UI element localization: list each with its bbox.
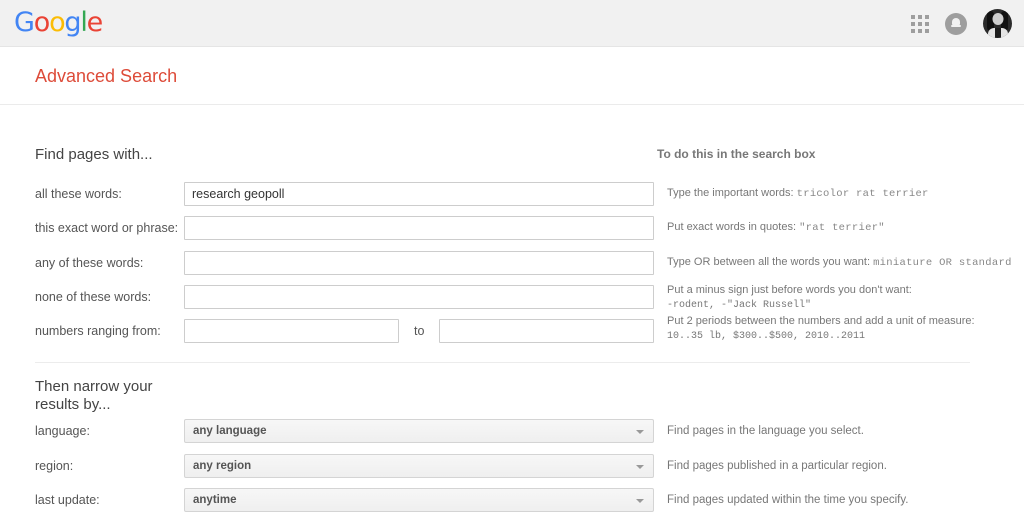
apps-dot	[918, 14, 922, 19]
dropdown-region[interactable]: any region	[184, 454, 654, 478]
apps-dot	[925, 21, 929, 26]
find-pages-heading: Find pages with...	[35, 146, 153, 163]
logo-letter-e: e	[86, 7, 104, 38]
input-all-these-words[interactable]	[184, 182, 654, 206]
hint-numbers-range: Put 2 periods between the numbers and ad…	[667, 314, 1019, 344]
hint-none-of-these-words: Put a minus sign just before words you d…	[667, 283, 1019, 313]
hint-text: Type OR between all the words you want:	[667, 256, 870, 268]
header-actions	[911, 0, 1012, 47]
section-divider	[35, 362, 970, 363]
form-row-region: region: any region Find pages published …	[0, 454, 1024, 478]
form-row-last-update: last update: anytime Find pages updated …	[0, 488, 1024, 512]
hint-any-of-these-words: Type OR between all the words you want: …	[667, 256, 1019, 270]
label-region: region:	[35, 459, 74, 473]
input-none-of-these-words[interactable]	[184, 285, 654, 309]
hint-text: Put a minus sign just before words you d…	[667, 284, 912, 296]
label-all-these-words: all these words:	[35, 187, 122, 201]
hint-text: Put exact words in quotes:	[667, 221, 797, 233]
apps-dot	[925, 14, 929, 19]
apps-dot	[911, 21, 915, 26]
dropdown-region-value: any region	[193, 460, 252, 472]
hint-example: tricolor rat terrier	[796, 188, 929, 200]
hint-language: Find pages in the language you select.	[667, 425, 864, 437]
label-any-of-these-words: any of these words:	[35, 256, 144, 270]
form-row-any-of-these-words: any of these words: Type OR between all …	[0, 251, 1024, 275]
dropdown-last-update-value: anytime	[193, 494, 237, 506]
input-numbers-range-to[interactable]	[439, 319, 654, 343]
input-numbers-range-from[interactable]	[184, 319, 399, 343]
label-exact-phrase: this exact word or phrase:	[35, 221, 179, 235]
google-header-bar: Google	[0, 0, 1024, 47]
apps-dot	[918, 28, 922, 33]
hint-example: miniature OR standard	[873, 257, 1012, 269]
label-language: language:	[35, 424, 90, 438]
form-row-language: language: any language Find pages in the…	[0, 419, 1024, 443]
apps-dot	[911, 14, 915, 19]
avatar-body	[987, 28, 1008, 38]
logo-letter-o1: o	[33, 7, 51, 38]
hint-all-these-words: Type the important words: tricolor rat t…	[667, 187, 1019, 201]
form-row-all-these-words: all these words: Type the important word…	[0, 182, 1024, 206]
apps-dot	[918, 21, 922, 26]
form-row-none-of-these-words: none of these words: Put a minus sign ju…	[0, 284, 1024, 311]
page-title: Advanced Search	[35, 66, 178, 86]
avatar-face	[992, 13, 1003, 25]
logo-letter-o2: o	[49, 7, 66, 38]
label-numbers-range: numbers ranging from:	[35, 324, 161, 338]
input-any-of-these-words[interactable]	[184, 251, 654, 275]
form-row-numbers-range: numbers ranging from: to Put 2 periods b…	[0, 315, 1024, 343]
hint-exact-phrase: Put exact words in quotes: "rat terrier"	[667, 221, 1019, 235]
label-none-of-these-words: none of these words:	[35, 290, 152, 304]
hint-text: Type the important words:	[667, 187, 794, 199]
dropdown-language[interactable]: any language	[184, 419, 654, 443]
hint-last-update: Find pages updated within the time you s…	[667, 494, 909, 506]
chevron-down-icon	[636, 465, 644, 469]
hint-text: Put 2 periods between the numbers and ad…	[667, 315, 975, 327]
user-avatar[interactable]	[983, 9, 1012, 38]
chevron-down-icon	[636, 430, 644, 434]
label-last-update: last update:	[35, 493, 100, 507]
hint-region: Find pages published in a particular reg…	[667, 460, 887, 472]
hint-example: "rat terrier"	[799, 222, 885, 234]
chevron-down-icon	[636, 499, 644, 503]
numbers-range-separator: to	[414, 324, 425, 338]
apps-grid-icon[interactable]	[911, 14, 929, 33]
dropdown-last-update[interactable]: anytime	[184, 488, 654, 512]
search-box-hints-heading: To do this in the search box	[657, 147, 816, 161]
narrow-results-heading: Then narrow your results by...	[35, 378, 153, 413]
page-title-bar: Advanced Search	[0, 47, 1024, 105]
apps-dot	[925, 28, 929, 33]
form-row-exact-phrase: this exact word or phrase: Put exact wor…	[0, 216, 1024, 240]
logo-letter-g2: g	[64, 7, 81, 38]
dropdown-language-value: any language	[193, 425, 267, 437]
notification-bell-icon[interactable]	[945, 12, 967, 35]
hint-example: -rodent, -"Jack Russell"	[667, 300, 812, 311]
hint-example: 10..35 lb, $300..$500, 2010..2011	[667, 331, 866, 342]
input-exact-phrase[interactable]	[184, 216, 654, 240]
google-logo[interactable]: Google	[14, 7, 104, 38]
logo-letter-g1: G	[14, 7, 35, 38]
apps-dot	[911, 28, 915, 33]
